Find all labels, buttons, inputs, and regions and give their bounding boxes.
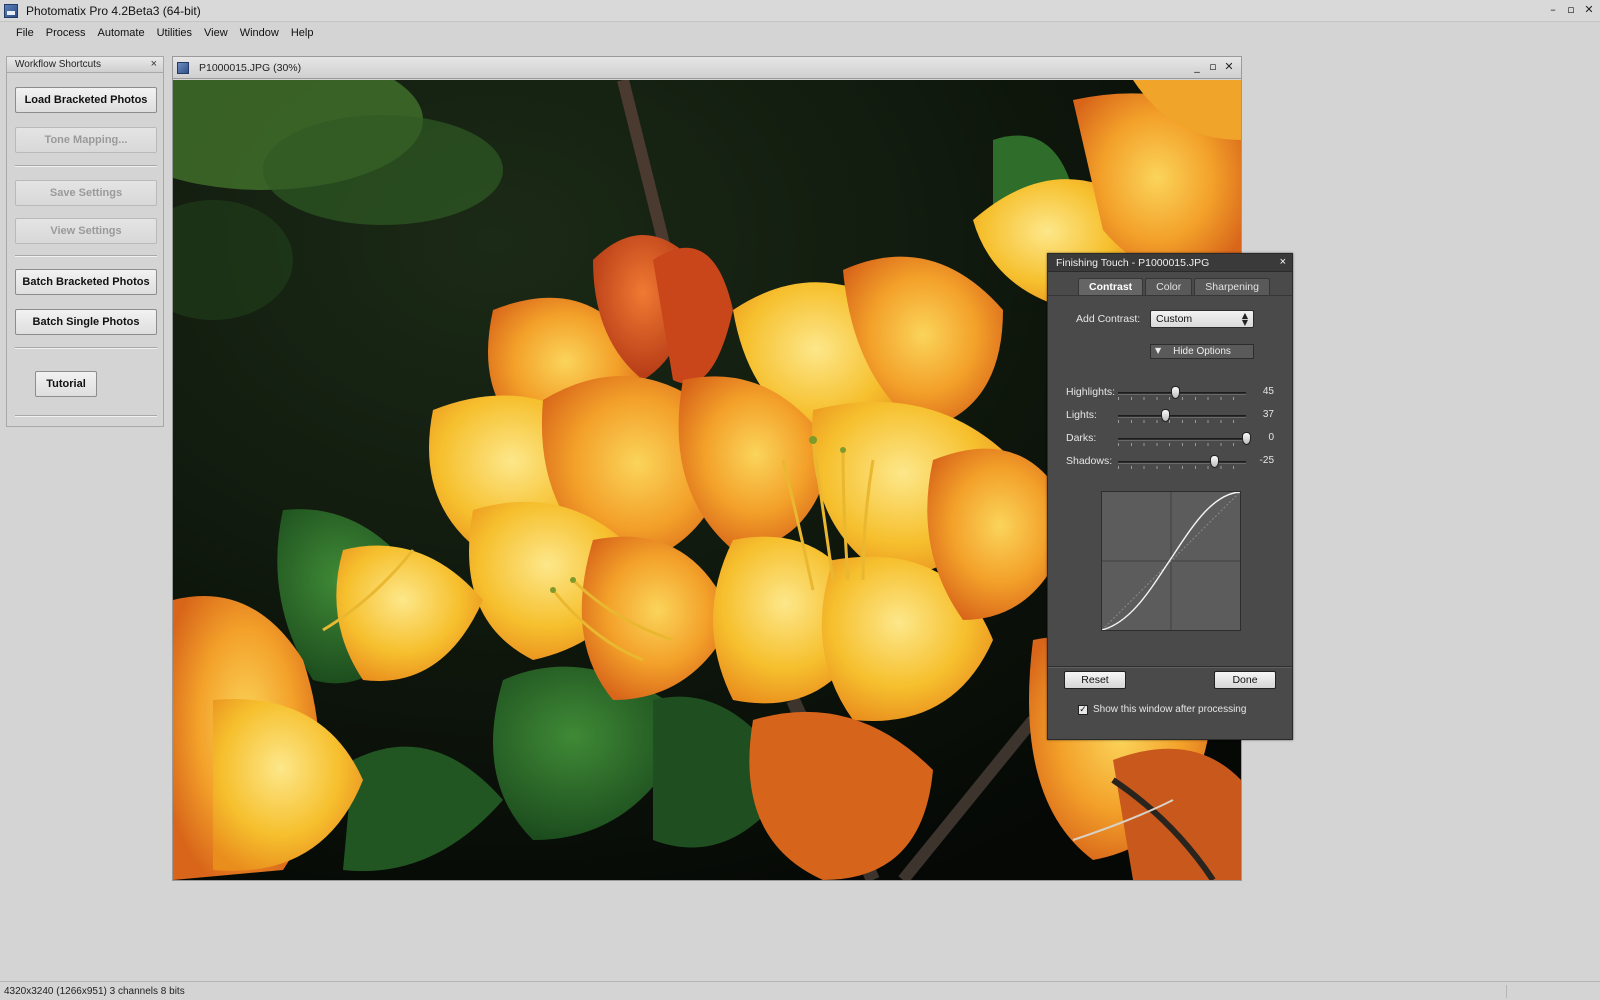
slider-label: Shadows: bbox=[1066, 455, 1113, 467]
show-after-processing-row[interactable]: ✓ Show this window after processing bbox=[1078, 704, 1246, 715]
slider-label: Darks: bbox=[1066, 432, 1097, 444]
divider bbox=[15, 165, 157, 167]
workflow-panel-title: Workflow Shortcuts bbox=[15, 59, 101, 70]
divider bbox=[1048, 666, 1292, 668]
finishing-touch-title: Finishing Touch - P1000015.JPG bbox=[1056, 256, 1210, 269]
slider-value: 0 bbox=[1268, 432, 1274, 443]
finishing-tabs: Contrast Color Sharpening bbox=[1048, 278, 1292, 295]
slider-ticks bbox=[1118, 443, 1246, 446]
restore-icon[interactable]: ▫ bbox=[1207, 60, 1219, 74]
document-icon bbox=[177, 61, 189, 74]
slider-ticks bbox=[1118, 466, 1246, 469]
slider-highlights: Highlights: 45 bbox=[1048, 386, 1292, 402]
close-icon[interactable]: ✕ bbox=[1223, 60, 1235, 74]
menu-process[interactable]: Process bbox=[40, 27, 92, 39]
menubar: File Process Automate Utilities View Win… bbox=[0, 22, 1600, 44]
minimize-icon[interactable]: _ bbox=[1191, 60, 1203, 74]
tone-mapping-button[interactable]: Tone Mapping... bbox=[15, 127, 157, 153]
tab-color[interactable]: Color bbox=[1145, 278, 1193, 295]
finishing-touch-titlebar[interactable]: Finishing Touch - P1000015.JPG × bbox=[1048, 254, 1292, 272]
menu-window[interactable]: Window bbox=[234, 27, 285, 39]
add-contrast-select[interactable]: Custom ▲ ▼ bbox=[1150, 310, 1254, 328]
done-button[interactable]: Done bbox=[1214, 671, 1276, 689]
slider-track[interactable] bbox=[1118, 392, 1246, 395]
slider-label: Highlights: bbox=[1066, 386, 1116, 398]
restore-icon[interactable]: ▫ bbox=[1564, 3, 1578, 17]
slider-track[interactable] bbox=[1118, 461, 1246, 464]
tab-contrast[interactable]: Contrast bbox=[1078, 278, 1144, 295]
menu-file[interactable]: File bbox=[10, 27, 40, 39]
menu-view[interactable]: View bbox=[198, 27, 234, 39]
slider-value: 45 bbox=[1262, 386, 1274, 397]
slider-ticks bbox=[1118, 397, 1246, 400]
slider-ticks bbox=[1118, 420, 1246, 423]
triangle-down-icon: ▼ bbox=[1155, 346, 1162, 355]
slider-darks: Darks: 0 bbox=[1048, 432, 1292, 448]
select-arrows-icon: ▲ ▼ bbox=[1241, 311, 1248, 327]
workflow-close-icon[interactable]: × bbox=[151, 58, 157, 70]
save-settings-button[interactable]: Save Settings bbox=[15, 180, 157, 206]
workflow-shortcuts-panel: Workflow Shortcuts × Load Bracketed Phot… bbox=[6, 56, 164, 427]
menu-automate[interactable]: Automate bbox=[91, 27, 150, 39]
workflow-panel-header: Workflow Shortcuts × bbox=[7, 57, 163, 73]
app-title: Photomatix Pro 4.2Beta3 (64-bit) bbox=[26, 3, 201, 18]
window-controls: – ▫ ✕ bbox=[1546, 3, 1596, 17]
slider-shadows: Shadows: -25 bbox=[1048, 455, 1292, 471]
tutorial-button[interactable]: Tutorial bbox=[35, 371, 97, 397]
slider-thumb[interactable] bbox=[1209, 455, 1219, 468]
hide-options-label: Hide Options bbox=[1173, 346, 1231, 357]
batch-bracketed-photos-button[interactable]: Batch Bracketed Photos bbox=[15, 269, 157, 295]
status-image-info: 4320x3240 (1266x951) 3 channels 8 bits bbox=[4, 985, 185, 997]
close-icon[interactable]: × bbox=[1280, 256, 1286, 268]
slider-label: Lights: bbox=[1066, 409, 1097, 421]
batch-single-photos-button[interactable]: Batch Single Photos bbox=[15, 309, 157, 335]
menu-help[interactable]: Help bbox=[285, 27, 320, 39]
slider-lights: Lights: 37 bbox=[1048, 409, 1292, 425]
show-after-processing-label: Show this window after processing bbox=[1093, 704, 1247, 715]
divider bbox=[15, 255, 157, 257]
slider-value: 37 bbox=[1262, 409, 1274, 420]
slider-track[interactable] bbox=[1118, 438, 1246, 441]
app-titlebar: Photomatix Pro 4.2Beta3 (64-bit) – ▫ ✕ bbox=[0, 0, 1600, 22]
show-after-processing-checkbox[interactable]: ✓ bbox=[1078, 704, 1088, 715]
image-window-title: P1000015.JPG (30%) bbox=[199, 61, 302, 74]
close-icon[interactable]: ✕ bbox=[1582, 3, 1596, 17]
add-contrast-label: Add Contrast: bbox=[1076, 313, 1141, 325]
slider-track[interactable] bbox=[1118, 415, 1246, 418]
menu-utilities[interactable]: Utilities bbox=[151, 27, 198, 39]
tone-curve-graph bbox=[1101, 491, 1241, 631]
contrast-tab-panel: Add Contrast: Custom ▲ ▼ ▼ Hide Options H… bbox=[1048, 295, 1292, 699]
load-bracketed-photos-button[interactable]: Load Bracketed Photos bbox=[15, 87, 157, 113]
finishing-touch-dialog: Finishing Touch - P1000015.JPG × Contras… bbox=[1047, 253, 1293, 740]
divider bbox=[15, 415, 157, 417]
tone-curve-svg bbox=[1101, 491, 1241, 631]
view-settings-button[interactable]: View Settings bbox=[15, 218, 157, 244]
slider-value: -25 bbox=[1259, 455, 1274, 466]
status-bar: 4320x3240 (1266x951) 3 channels 8 bits bbox=[0, 981, 1600, 1000]
reset-button[interactable]: Reset bbox=[1064, 671, 1126, 689]
hide-options-button[interactable]: ▼ Hide Options bbox=[1150, 344, 1254, 359]
tab-sharpening[interactable]: Sharpening bbox=[1194, 278, 1270, 295]
slider-thumb[interactable] bbox=[1160, 409, 1170, 422]
add-contrast-value: Custom bbox=[1156, 313, 1193, 325]
divider bbox=[15, 347, 157, 349]
image-window-titlebar[interactable]: P1000015.JPG (30%) _ ▫ ✕ bbox=[173, 57, 1241, 79]
image-window-controls: _ ▫ ✕ bbox=[1191, 60, 1235, 74]
status-segment bbox=[1506, 985, 1596, 998]
app-logo-icon bbox=[4, 3, 18, 18]
minimize-icon[interactable]: – bbox=[1546, 3, 1560, 17]
